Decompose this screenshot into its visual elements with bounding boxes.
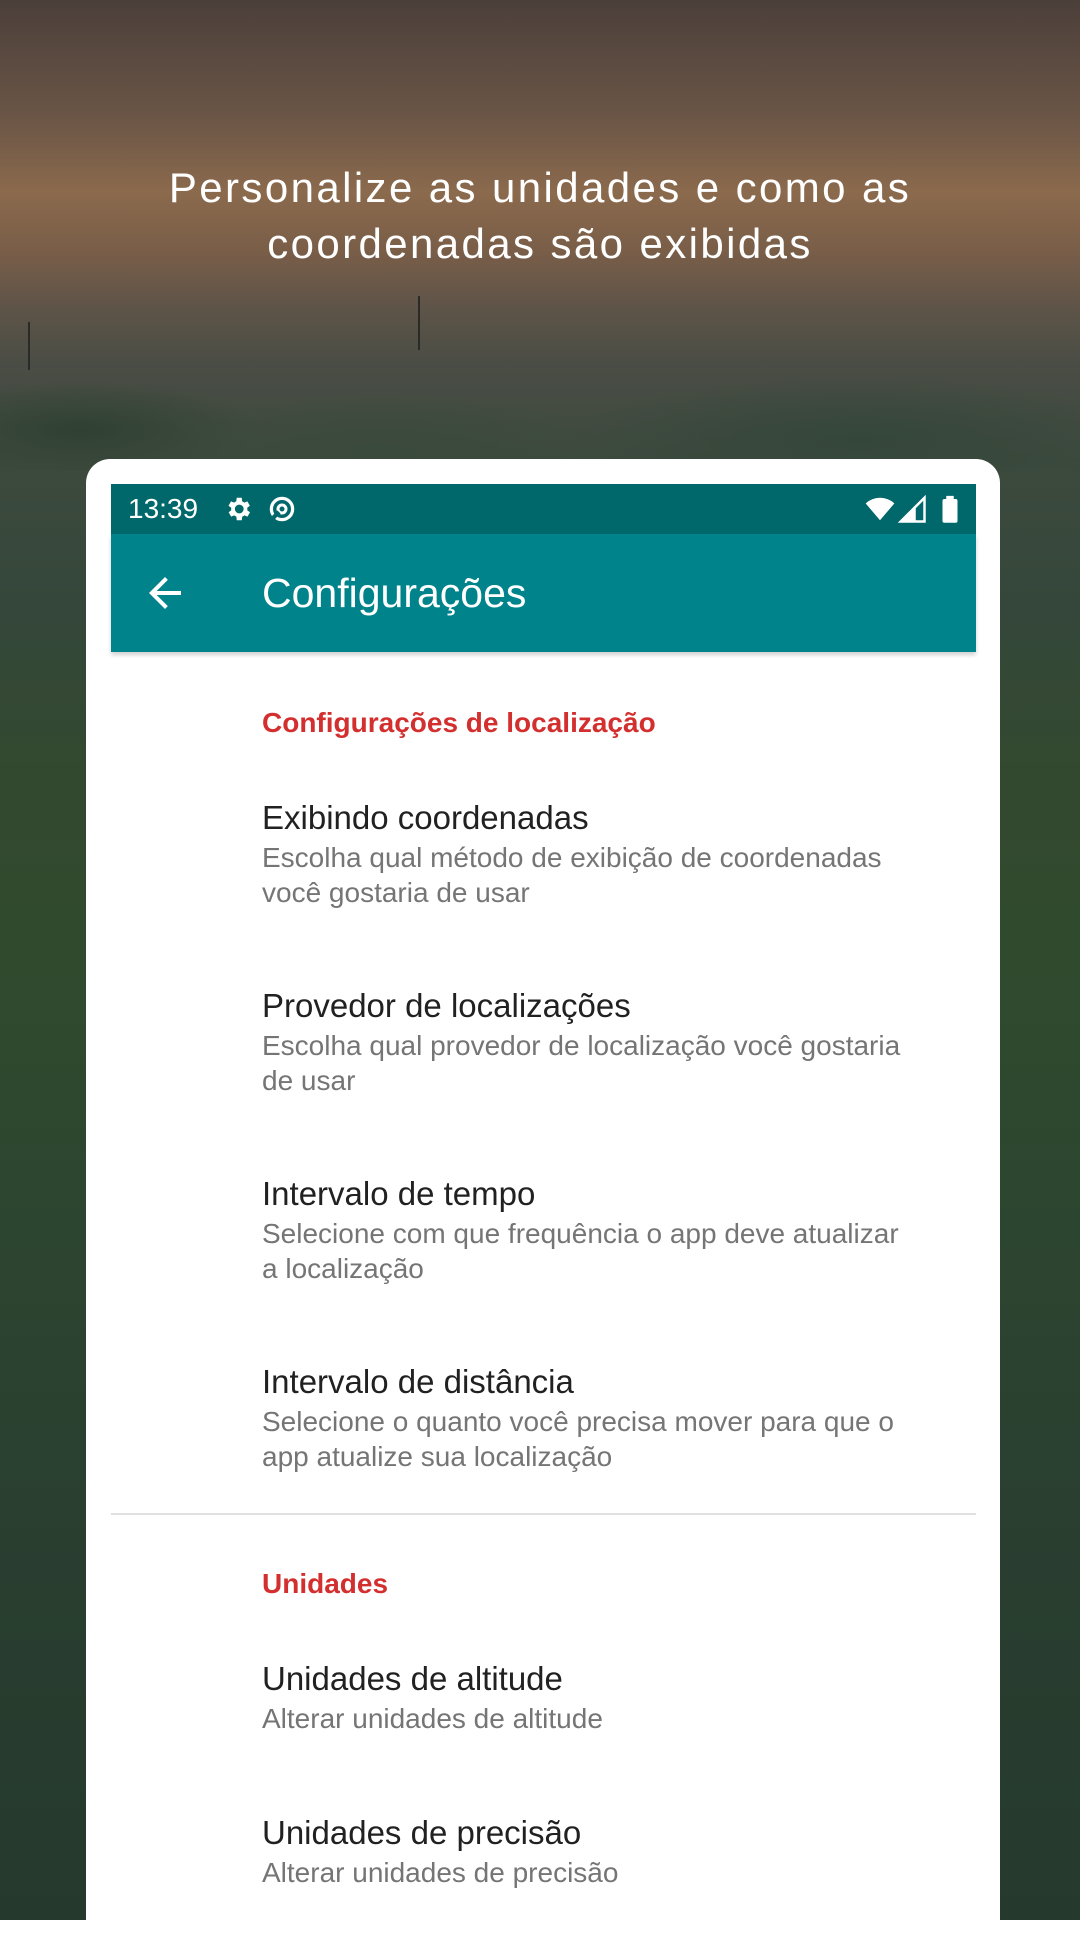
- status-bar: 13:39: [111, 484, 976, 534]
- pref-summary: Alterar unidades de altitude: [262, 1701, 962, 1736]
- pref-summary-line: Escolha qual método de exibição de coord…: [262, 842, 882, 873]
- section-header-units: Unidades: [262, 1568, 389, 1599]
- pref-summary-line: a localização: [262, 1253, 424, 1284]
- promo-headline-line-1: Personalize as unidades e como as: [168, 164, 912, 211]
- pref-summary: Selecione o quanto você precisa mover pa…: [262, 1404, 962, 1474]
- background-tower: [418, 296, 420, 350]
- promo-headline: Personalize as unidades e como as coorde…: [0, 160, 1080, 272]
- pref-summary-line: Selecione o quanto você precisa mover pa…: [262, 1406, 894, 1437]
- pref-title: Exibindo coordenadas: [262, 799, 589, 836]
- pref-summary-line: Alterar unidades de altitude: [262, 1703, 603, 1734]
- status-time: 13:39: [128, 493, 199, 524]
- page-title: Configurações: [262, 570, 527, 616]
- battery-icon: [942, 495, 958, 523]
- pref-summary: Escolha qual método de exibição de coord…: [262, 840, 962, 910]
- pref-title: Unidades de altitude: [262, 1660, 563, 1697]
- pref-title: Intervalo de distância: [262, 1363, 574, 1400]
- pref-summary-line: Selecione com que frequência o app deve …: [262, 1218, 899, 1249]
- pref-summary: Selecione com que frequência o app deve …: [262, 1216, 962, 1286]
- pref-title: Provedor de localizações: [262, 987, 631, 1024]
- pref-title: Unidades de precisão: [262, 1814, 582, 1851]
- pref-summary-line: de usar: [262, 1065, 356, 1096]
- pref-summary-line: Alterar unidades de precisão: [262, 1857, 619, 1888]
- pref-summary: Alterar unidades de precisão: [262, 1855, 962, 1890]
- gear-icon: [228, 497, 250, 521]
- back-arrow-icon[interactable]: [141, 569, 189, 617]
- section-header-location: Configurações de localização: [262, 707, 656, 738]
- data-saver-icon: [269, 496, 295, 522]
- background-tower: [28, 322, 30, 370]
- signal-icon: [897, 494, 926, 523]
- pref-summary-line: Escolha qual provedor de localização voc…: [262, 1030, 901, 1061]
- promo-headline-line-2: coordenadas são exibidas: [267, 220, 813, 267]
- wifi-icon: [865, 497, 895, 521]
- background-hills: [0, 330, 1080, 470]
- pref-summary-line: você gostaria de usar: [262, 877, 530, 908]
- pref-title: Intervalo de tempo: [262, 1175, 536, 1212]
- pref-summary-line: app atualize sua localização: [262, 1441, 613, 1472]
- section-divider: [111, 1513, 976, 1515]
- pref-summary: Escolha qual provedor de localização voc…: [262, 1028, 962, 1098]
- app-bar: Configurações: [111, 534, 976, 652]
